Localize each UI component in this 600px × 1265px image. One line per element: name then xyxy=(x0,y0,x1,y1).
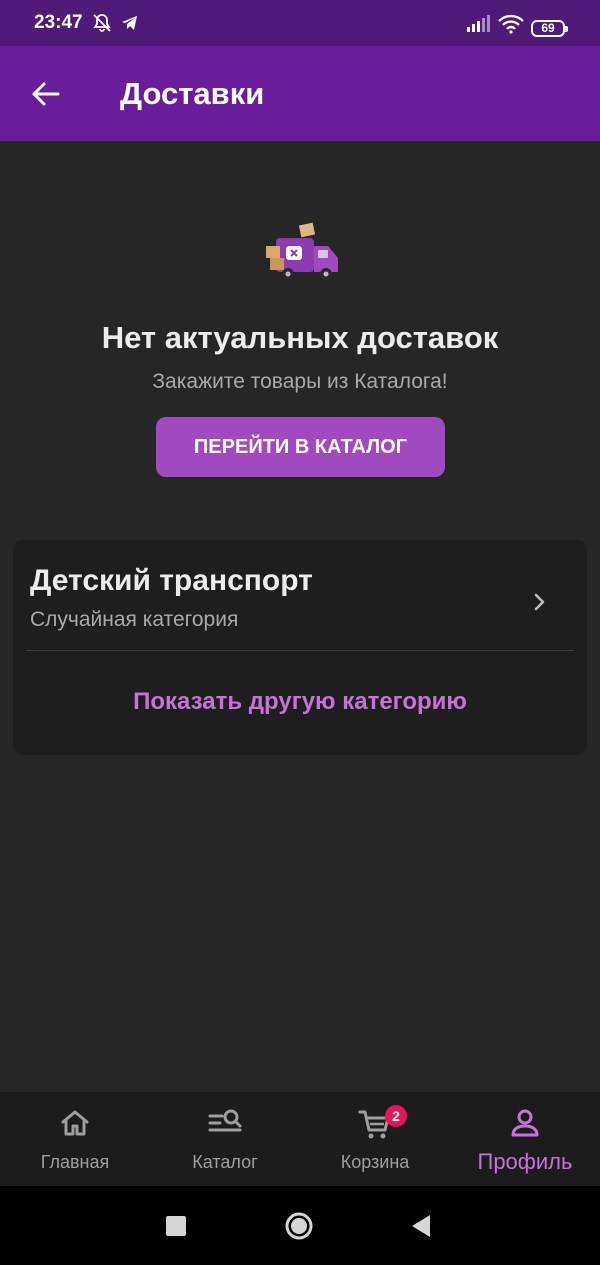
nav-item-home[interactable]: Главная xyxy=(0,1092,150,1186)
nav-label-catalog: Каталог xyxy=(192,1152,258,1172)
system-navigation-bar xyxy=(0,1186,600,1265)
recents-button[interactable] xyxy=(165,1215,187,1242)
nav-item-profile[interactable]: Профиль xyxy=(450,1092,600,1186)
nav-label-cart: Корзина xyxy=(340,1152,410,1172)
category-title: Детский транспорт xyxy=(30,564,313,597)
go-to-catalog-button[interactable]: ПЕРЕЙТИ В КАТАЛОГ xyxy=(156,417,445,477)
home-button[interactable] xyxy=(284,1211,314,1246)
back-nav-button[interactable] xyxy=(410,1214,432,1243)
bottom-navigation: Главная Каталог Корзина Профиль xyxy=(0,1092,600,1186)
empty-state-title: Нет актуальных доставок xyxy=(101,320,499,355)
random-category-card: Детский транспорт Случайная категория По… xyxy=(13,540,587,755)
nav-item-cart[interactable]: Корзина xyxy=(300,1092,450,1186)
catalog-search-icon xyxy=(206,1106,244,1145)
empty-state-subtitle: Закажите товары из Каталога! xyxy=(152,370,448,393)
page-title: Доставки xyxy=(120,76,265,111)
back-button[interactable] xyxy=(26,74,66,114)
category-subtitle: Случайная категория xyxy=(30,608,239,631)
muted-bell-icon xyxy=(92,13,112,38)
profile-icon xyxy=(508,1106,542,1145)
nav-item-catalog[interactable]: Каталог xyxy=(150,1092,300,1186)
battery-indicator: 69 xyxy=(531,20,568,37)
signal-icon xyxy=(466,15,490,38)
chevron-right-icon xyxy=(531,590,549,619)
cart-count-badge: 2 xyxy=(385,1105,407,1127)
home-icon xyxy=(58,1106,92,1145)
nav-label-profile: Профиль xyxy=(477,1149,573,1174)
divider xyxy=(26,650,574,651)
show-another-category-link[interactable]: Показать другую категорию xyxy=(13,688,587,716)
app-bar: Доставки xyxy=(0,46,600,141)
telegram-icon xyxy=(120,13,140,38)
status-time: 23:47 xyxy=(34,12,83,33)
delivery-truck-illustration xyxy=(262,220,346,289)
category-row[interactable]: Детский транспорт Случайная категория xyxy=(13,540,587,650)
nav-label-home: Главная xyxy=(40,1152,110,1172)
wifi-icon xyxy=(498,14,524,39)
status-bar: 23:47 69 xyxy=(0,0,600,46)
arrow-left-icon xyxy=(32,82,60,106)
